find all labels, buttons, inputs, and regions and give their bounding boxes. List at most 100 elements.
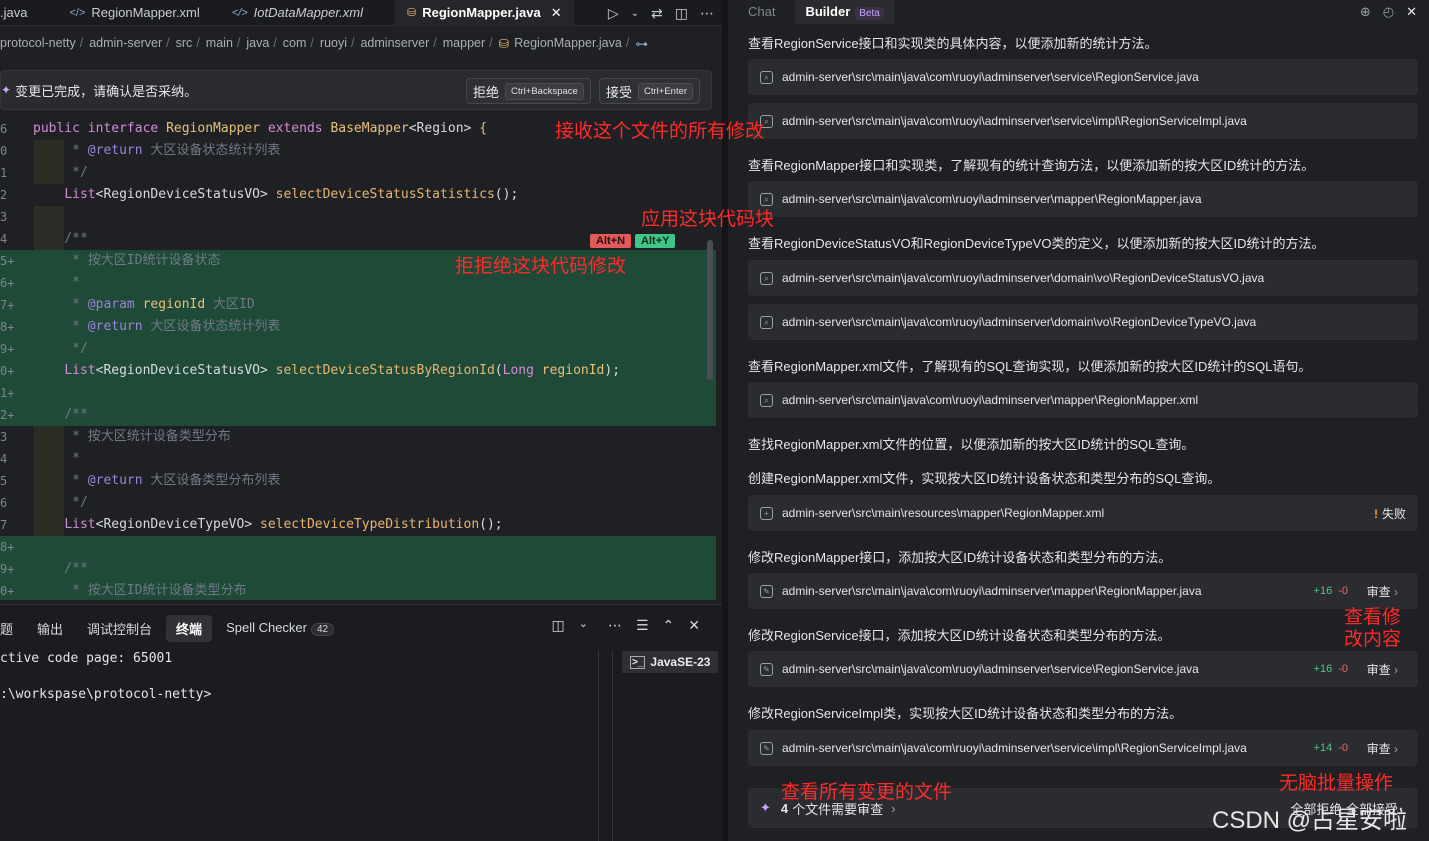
code-line[interactable]: 2 List<RegionDeviceStatusVO> selectDevic… [0,184,716,206]
breadcrumb-item[interactable]: mapper [443,36,485,50]
file-path: admin-server\src\main\java\com\ruoyi\adm… [782,114,1247,128]
indent-guide [34,206,64,228]
code-line[interactable]: 9+ /** [0,558,716,580]
reject-hunk-button[interactable]: Alt+N [590,234,632,248]
accept-all-button[interactable]: 接受 Ctrl+Enter [599,78,701,104]
breadcrumb-item[interactable]: protocol-netty [0,36,76,50]
code-line[interactable]: 8+ * @return 大区设备状态统计列表 [0,316,716,338]
file-card[interactable]: ⌕ admin-server\src\main\java\com\ruoyi\ad… [748,103,1418,139]
chevron-down-icon[interactable]: ⌄ [631,8,639,19]
tab-regionmapper-xml[interactable]: </> RegionMapper.xml [57,0,211,26]
code-line[interactable]: 3 * 按大区统计设备类型分布 [0,426,716,448]
breadcrumb-item[interactable]: main [206,36,233,50]
breadcrumb-item[interactable]: adminserver [360,36,429,50]
history-icon[interactable]: ◴ [1383,4,1394,20]
tab-builder[interactable]: Builder Beta [795,0,894,24]
code-text: * @return 大区设备状态统计列表 [33,319,281,334]
tab-spell-checker[interactable]: Spell Checker 42 [216,616,344,640]
code-line[interactable]: 5 * @return 大区设备类型分布列表 [0,470,716,492]
close-icon[interactable]: ✕ [688,617,700,634]
file-card[interactable]: ⌕ admin-server\src\main\java\com\ruoyi\ad… [748,260,1418,296]
new-chat-icon[interactable]: ⊕ [1360,4,1371,20]
code-line[interactable]: 8+ [0,536,716,558]
compare-icon[interactable]: ⇄ [651,5,663,22]
split-editor-icon[interactable]: ◫ [675,5,688,22]
breadcrumb-item[interactable]: src [176,36,193,50]
file-path: admin-server\src\main\java\com\ruoyi\adm… [782,315,1257,329]
file-card[interactable]: ⌕ admin-server\src\main\java\com\ruoyi\ad… [748,382,1418,418]
file-card[interactable]: ✎ admin-server\src\main\java\com\ruoyi\ad… [748,651,1418,687]
code-line[interactable]: 0 * @return 大区设备状态统计列表 [0,140,716,162]
code-text: * @return 大区设备状态统计列表 [33,143,281,158]
code-line[interactable]: 1+ [0,382,716,404]
code-line[interactable]: 0+ * 按大区ID统计设备类型分布 [0,580,716,600]
review-button[interactable]: 审查 › [1367,661,1398,678]
file-card[interactable]: + admin-server\src\main\resources\mapper\… [748,495,1418,531]
tab-output[interactable]: 输出 [27,615,73,642]
review-bar: ✦ 变更已完成，请确认是否采纳。 拒绝 Ctrl+Backspace 接受 Ct… [0,70,712,110]
breadcrumb-item[interactable]: RegionMapper.java [514,36,622,50]
code-editor[interactable]: 6 public interface RegionMapper extends B… [0,118,716,600]
step-description: 查看RegionDeviceStatusVO和RegionDeviceTypeV… [748,236,1325,251]
code-line[interactable]: 2+ /** [0,404,716,426]
step-description: 查看RegionMapper.xml文件，了解现有的SQL查询实现，以便添加新的… [748,359,1312,374]
file-card[interactable]: ✎ admin-server\src\main\java\com\ruoyi\ad… [748,573,1418,609]
review-button[interactable]: 审查 › [1367,583,1398,600]
breadcrumb-item[interactable]: java [246,36,269,50]
terminal-prompt[interactable]: :\workspase\protocol-netty> [0,687,211,702]
tab-terminal[interactable]: 终端 [166,614,213,642]
symbol-icon[interactable]: ⊶ [635,36,648,51]
diff-stats: +16 -0 [1314,663,1348,675]
close-icon[interactable]: ✕ [1406,4,1417,20]
breadcrumb-item[interactable]: admin-server [89,36,162,50]
tab-chat[interactable]: Chat [738,0,785,24]
maximize-panel-icon[interactable]: ⌃ [663,617,675,634]
panel-tab-bar: 题 输出 调试控制台 终端 Spell Checker 42 [0,613,348,643]
accept-hunk-button[interactable]: Alt+Y [635,234,676,248]
file-card[interactable]: ⌕ admin-server\src\main\java\com\ruoyi\ad… [748,304,1418,340]
ide-window: .java </> RegionMapper.xml </> IotDataMa… [0,0,1429,841]
line-number: 0+ [0,364,15,378]
breadcrumb-item[interactable]: com [283,36,307,50]
chevron-down-icon[interactable]: ⌄ [579,617,588,634]
review-button[interactable]: 审查 › [1367,740,1398,757]
code-line[interactable]: 1 */ [0,162,716,184]
chevron-right-icon: › [1390,584,1398,599]
file-path: admin-server\src\main\java\com\ruoyi\adm… [782,271,1265,285]
terminal-instance[interactable]: >_ JavaSE-23 [622,651,718,673]
more-icon[interactable]: ⋯ [700,5,714,22]
file-card[interactable]: ✎ admin-server\src\main\java\com\ruoyi\ad… [748,730,1418,766]
split-terminal-icon[interactable]: ◫ [552,617,565,634]
code-line[interactable]: 6 */ [0,492,716,514]
settings-icon[interactable]: ☰ [636,617,649,634]
tab-iotdatamapper-xml[interactable]: </> IotDataMapper.xml [220,0,375,26]
search-file-icon: ⌕ [760,315,773,329]
breadcrumb-item[interactable]: ruoyi [320,36,347,50]
run-icon[interactable]: ▷ [608,5,619,22]
code-text: /** [33,561,88,576]
tab-problems[interactable]: 题 [0,615,23,642]
file-card[interactable]: ⌕ admin-server\src\main\java\com\ruoyi\ad… [748,181,1418,217]
divider [612,651,613,841]
close-icon[interactable]: ✕ [551,5,562,21]
panel-toolbar: ◫ ⌄ ⋯ ☰ ⌃ ✕ [552,617,700,634]
reject-all-button[interactable]: 拒绝 Ctrl+Backspace [466,78,591,104]
diff-stats: +14 -0 [1314,742,1348,754]
annotation-view-all-files: 查看所有变更的文件 [781,782,953,803]
code-line[interactable]: 4 * [0,448,716,470]
tab-java[interactable]: .java [0,0,39,26]
more-icon[interactable]: ⋯ [608,617,622,634]
editor-scrollbar[interactable] [707,240,713,380]
added-count: +16 [1313,585,1333,597]
file-card[interactable]: ⌕ admin-server\src\main\java\com\ruoyi\ad… [748,59,1418,95]
step-description: 修改RegionService接口，添加按大区ID统计设备状态和类型分布的方法。 [748,628,1171,643]
line-number: 2+ [0,408,15,422]
code-line[interactable]: 9+ */ [0,338,716,360]
code-line[interactable]: 7+ * @param regionId 大区ID [0,294,716,316]
code-line[interactable]: 0+ List<RegionDeviceStatusVO> selectDevi… [0,360,716,382]
code-text: /** [33,407,88,422]
tab-regionmapper-java[interactable]: ⛁ RegionMapper.java ✕ [395,0,574,26]
code-line[interactable]: 3 [0,206,716,228]
tab-debug-console[interactable]: 调试控制台 [77,615,162,642]
code-line[interactable]: 7 List<RegionDeviceTypeVO> selectDeviceT… [0,514,716,536]
